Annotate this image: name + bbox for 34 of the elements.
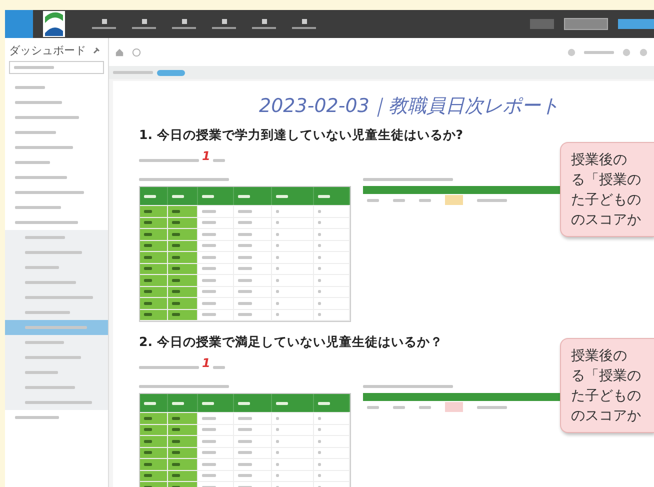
section-heading: 1. 今日の授業で学力到達していない児童生徒はいるか? <box>139 127 464 144</box>
toolbar-button[interactable] <box>530 19 554 29</box>
sidebar-item[interactable] <box>5 230 108 245</box>
logo-icon <box>5 10 33 38</box>
count-number: 1 <box>202 357 210 369</box>
callout-text: 授業後の <box>571 347 628 366</box>
callout-text: 授業後の <box>571 151 628 170</box>
toolbar-button[interactable] <box>564 18 608 30</box>
search-field[interactable] <box>9 61 104 74</box>
callout-text: のスコアか <box>571 211 642 230</box>
nav-button[interactable] <box>169 19 199 29</box>
nav-button[interactable] <box>209 19 239 29</box>
callout-text: る「授業の <box>571 367 642 386</box>
nav-button[interactable] <box>289 19 319 29</box>
sidebar-item[interactable] <box>5 335 108 350</box>
toolbar-button[interactable] <box>618 19 654 29</box>
callout-text: のスコアか <box>571 407 642 426</box>
sidebar-title: ダッシュボード <box>9 43 86 58</box>
nav-button[interactable] <box>89 19 119 29</box>
clock-icon[interactable] <box>132 48 141 56</box>
sidebar-item[interactable] <box>5 395 108 410</box>
callout-text: た子どもの <box>571 191 642 210</box>
sidebar-item[interactable] <box>5 320 108 335</box>
callout-text: る「授業の <box>571 171 642 190</box>
sidebar-item[interactable] <box>5 305 108 320</box>
pin-icon[interactable] <box>92 46 100 54</box>
section-heading: 2. 今日の授業で満足していない児童生徒はいるか？ <box>139 334 444 351</box>
filter-chip[interactable] <box>157 70 185 76</box>
report-title: 2023-02-03｜教職員日次レポート <box>258 94 560 119</box>
callout-text: た子どもの <box>571 387 642 406</box>
nav-button[interactable] <box>249 19 279 29</box>
home-icon[interactable] <box>115 48 124 56</box>
count-number: 1 <box>202 150 210 162</box>
nav-button[interactable] <box>129 19 159 29</box>
